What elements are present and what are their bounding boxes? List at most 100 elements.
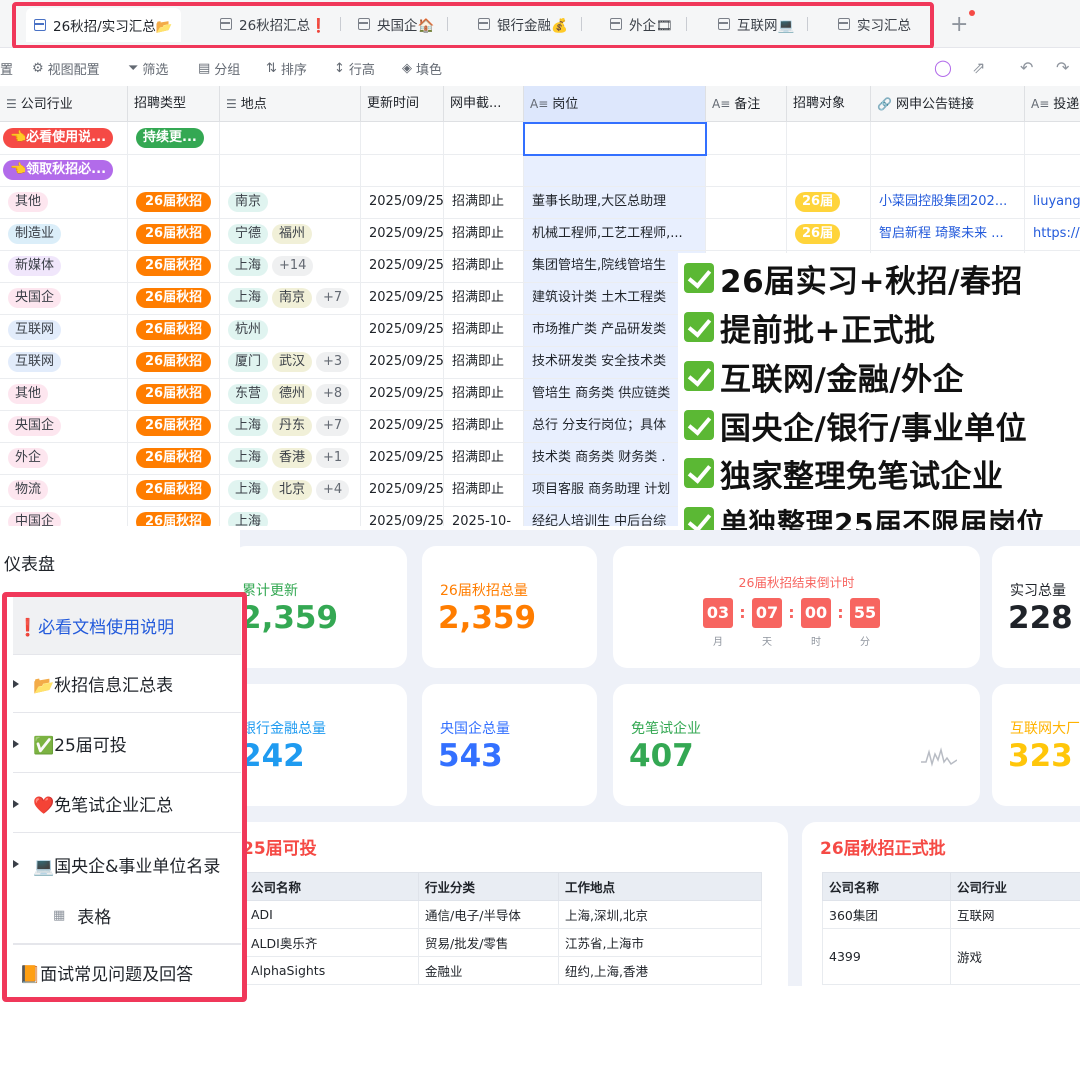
industry-cell[interactable]: 央国企 xyxy=(0,282,128,314)
stat-card-total-updates[interactable]: 累计更新 2,359 xyxy=(232,546,407,668)
apply-link[interactable]: https:// xyxy=(1033,226,1080,241)
recruit-type-cell[interactable]: 26届秋招 xyxy=(128,378,220,410)
tab-soe[interactable]: 央国企🏠 xyxy=(358,10,449,38)
deadline-cell[interactable]: 2025-10- xyxy=(444,506,524,526)
recruit-type-cell[interactable]: 26届秋招 xyxy=(128,410,220,442)
empty-cell[interactable] xyxy=(128,154,220,186)
active-cell-cursor[interactable] xyxy=(523,122,707,156)
industry-cell[interactable]: 新媒体 xyxy=(0,250,128,282)
empty-cell[interactable] xyxy=(787,154,871,186)
recruit-type-cell[interactable]: 26届秋招 xyxy=(128,346,220,378)
stat-card-intern-total[interactable]: 实习总量 228 xyxy=(992,546,1080,668)
updated-cell[interactable]: 2025/09/25 xyxy=(361,378,444,410)
location-cell[interactable]: 上海 南京 +7 xyxy=(220,282,361,314)
recruit-type-cell[interactable]: 26届秋招 xyxy=(128,282,220,314)
column-header-notes[interactable]: A≡ 备注 xyxy=(706,86,787,122)
updated-cell[interactable]: 2025/09/25 xyxy=(361,442,444,474)
empty-cell[interactable] xyxy=(361,154,444,186)
pinned-cell[interactable]: 👈领取秋招必... xyxy=(0,154,128,186)
deadline-cell[interactable]: 招满即止 xyxy=(444,474,524,506)
recruit-type-cell[interactable]: 26届秋招 xyxy=(128,506,220,526)
tab-foreign[interactable]: 外企🎞 xyxy=(610,10,688,38)
updated-cell[interactable]: 2025/09/25 xyxy=(361,346,444,378)
empty-cell[interactable] xyxy=(1025,154,1080,186)
column-header-link[interactable]: 🔗 网申公告链接 xyxy=(871,86,1025,122)
undo-icon[interactable]: ↶ xyxy=(1020,58,1033,77)
industry-cell[interactable]: 外企 xyxy=(0,442,128,474)
empty-cell[interactable] xyxy=(706,154,787,186)
location-cell[interactable]: 南京 xyxy=(220,186,361,218)
empty-cell[interactable] xyxy=(361,122,444,154)
nav-item-soe-directory[interactable]: 💻国央企&事业单位名录 xyxy=(13,835,241,893)
recruit-type-cell[interactable]: 26届秋招 xyxy=(128,186,220,218)
industry-cell[interactable]: 制造业 xyxy=(0,218,128,250)
toolbar-cut-item[interactable]: 置 xyxy=(0,59,13,78)
apply-cell[interactable]: https:// xyxy=(1025,218,1080,250)
table-row[interactable]: 360集团 互联网 xyxy=(822,900,1080,929)
empty-cell[interactable] xyxy=(220,154,361,186)
empty-cell[interactable] xyxy=(787,122,871,154)
location-cell[interactable]: 杭州 xyxy=(220,314,361,346)
tab-26-autumn-intern-summary[interactable]: 26秋招/实习汇总📂 xyxy=(26,8,181,42)
tab-bank-finance[interactable]: 银行金融💰 xyxy=(478,10,582,38)
column-header-industry[interactable]: ☰ 公司行业 xyxy=(0,86,128,122)
industry-cell[interactable]: 其他 xyxy=(0,378,128,410)
expand-arrow-icon[interactable] xyxy=(13,860,19,868)
apply-cell[interactable]: liuyang xyxy=(1025,186,1080,218)
location-cell[interactable]: 上海 丹东 +7 xyxy=(220,410,361,442)
column-header-type[interactable]: 招聘类型 xyxy=(128,86,220,122)
updated-cell[interactable]: 2025/09/25 xyxy=(361,282,444,314)
location-cell[interactable]: 上海 香港 +1 xyxy=(220,442,361,474)
column-header-location[interactable]: ☰ 地点 xyxy=(220,86,361,122)
updated-cell[interactable]: 2025/09/25 xyxy=(361,474,444,506)
group-button[interactable]: ▤ 分组 xyxy=(198,59,240,78)
deadline-cell[interactable]: 招满即止 xyxy=(444,442,524,474)
location-cell[interactable]: 东营 德州 +8 xyxy=(220,378,361,410)
table-row[interactable]: AlphaSights 金融业 纽约,上海,香港 xyxy=(244,956,762,985)
nav-item-25-eligible[interactable]: ✅25届可投 xyxy=(13,715,241,773)
stat-card-bank-finance[interactable]: 银行金融总量 242 xyxy=(232,684,407,806)
empty-cell[interactable] xyxy=(444,154,524,186)
updated-cell[interactable]: 2025/09/25 xyxy=(361,506,444,526)
empty-cell[interactable] xyxy=(871,154,1025,186)
location-cell[interactable]: 上海 xyxy=(220,506,361,526)
nav-item-autumn-summary[interactable]: 📂秋招信息汇总表 xyxy=(13,655,241,713)
updated-cell[interactable]: 2025/09/25 xyxy=(361,314,444,346)
table-row[interactable]: 4399 游戏 xyxy=(822,928,1080,985)
deadline-cell[interactable]: 招满即止 xyxy=(444,410,524,442)
target-cell[interactable]: 26届 xyxy=(787,218,871,250)
empty-cell[interactable] xyxy=(444,122,524,154)
stat-card-soe[interactable]: 央国企总量 543 xyxy=(422,684,597,806)
target-cell[interactable]: 26届 xyxy=(787,186,871,218)
location-cell[interactable]: 上海 北京 +4 xyxy=(220,474,361,506)
pinned-cell[interactable]: 持续更... xyxy=(128,122,220,154)
location-cell[interactable]: 宁德 福州 xyxy=(220,218,361,250)
updated-cell[interactable]: 2025/09/25 xyxy=(361,250,444,282)
updated-cell[interactable]: 2025/09/25 xyxy=(361,186,444,218)
empty-cell[interactable] xyxy=(524,154,706,186)
view-config-button[interactable]: ⚙ 视图配置 xyxy=(32,59,100,78)
recruit-type-cell[interactable]: 26届秋招 xyxy=(128,474,220,506)
deadline-cell[interactable]: 招满即止 xyxy=(444,282,524,314)
nav-item-interview-faq[interactable]: 📙面试常见问题及回答 xyxy=(13,943,241,1001)
empty-cell[interactable] xyxy=(1025,122,1080,154)
deadline-cell[interactable]: 招满即止 xyxy=(444,378,524,410)
empty-cell[interactable] xyxy=(220,122,361,154)
updated-cell[interactable]: 2025/09/25 xyxy=(361,218,444,250)
deadline-cell[interactable]: 招满即止 xyxy=(444,186,524,218)
add-view-button[interactable]: + xyxy=(950,12,968,37)
table-row[interactable]: ADI 通信/电子/半导体 上海,深圳,北京 xyxy=(244,900,762,929)
column-header-position[interactable]: A≡ 岗位 xyxy=(524,86,706,122)
deadline-cell[interactable]: 招满即止 xyxy=(444,346,524,378)
nav-item-usage-guide[interactable]: ❗必看文档使用说明 xyxy=(13,597,241,655)
redo-icon[interactable]: ↷ xyxy=(1056,58,1069,77)
fill-color-button[interactable]: ◈ 填色 xyxy=(402,59,442,78)
table-row[interactable]: ALDI奥乐齐 贸易/批发/零售 江苏省,上海市 xyxy=(244,928,762,957)
updated-cell[interactable]: 2025/09/25 xyxy=(361,410,444,442)
apply-link[interactable]: liuyang xyxy=(1033,194,1080,209)
industry-cell[interactable]: 中国企 xyxy=(0,506,128,526)
expand-arrow-icon[interactable] xyxy=(13,739,19,748)
column-header-deadline[interactable]: 网申截... xyxy=(444,86,524,122)
tab-26-autumn-summary[interactable]: 26秋招汇总❗ xyxy=(220,10,341,38)
announcement-link[interactable]: 智启新程 琦聚未来 ... xyxy=(879,226,1004,241)
